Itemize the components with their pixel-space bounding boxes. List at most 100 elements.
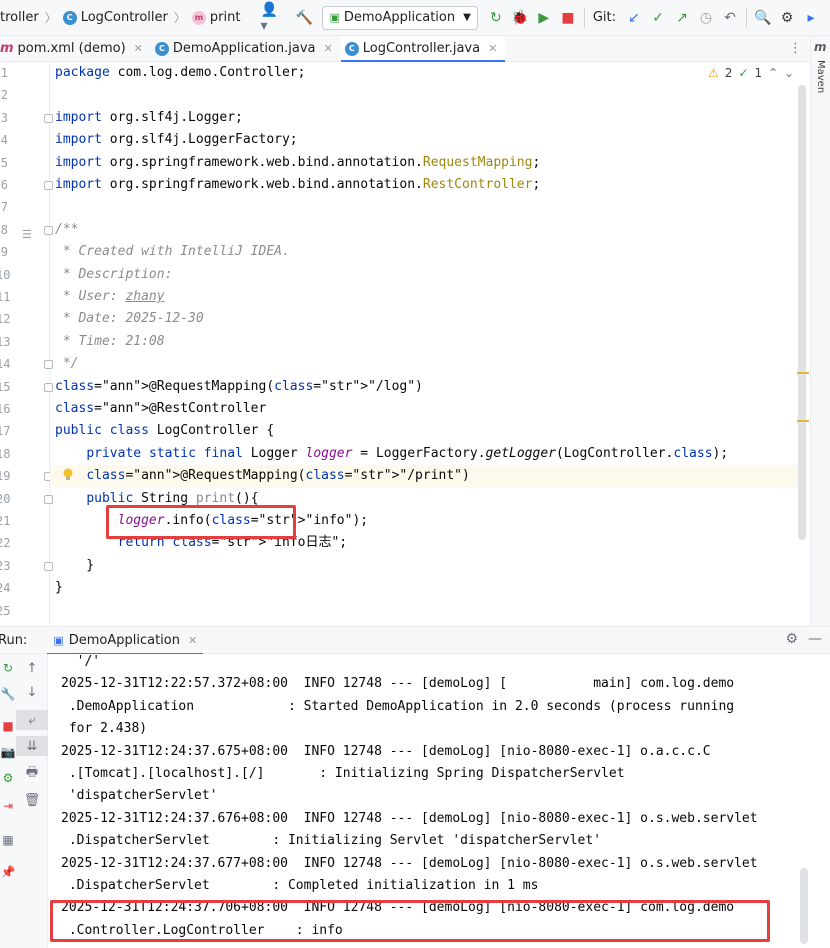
- pin-icon[interactable]: 📌: [0, 862, 16, 882]
- stop-icon[interactable]: ■: [556, 6, 580, 30]
- user-icon[interactable]: 👤▾: [260, 2, 284, 34]
- exit-icon[interactable]: ⇥: [0, 796, 16, 816]
- code-line[interactable]: * User: zhany: [55, 286, 165, 308]
- history-icon[interactable]: ◷: [694, 6, 718, 30]
- line-number-text: 18: [0, 446, 11, 461]
- fold-icon[interactable]: [44, 360, 53, 370]
- rerun-icon[interactable]: ↻: [484, 6, 508, 30]
- arrow-down-icon[interactable]: ↓: [16, 682, 48, 702]
- editor-scrollbar[interactable]: [797, 80, 809, 600]
- fold-icon[interactable]: [44, 561, 53, 571]
- console-line: 2025-12-31T12:24:37.677+08:00 INFO 12748…: [61, 855, 758, 871]
- line-number: 17: [0, 420, 50, 442]
- line-number: 16: [0, 398, 50, 420]
- code-line[interactable]: import org.slf4j.LoggerFactory;: [55, 129, 298, 151]
- code-line[interactable]: public class LogController {: [55, 420, 274, 442]
- more-icon[interactable]: ⋮: [789, 36, 802, 61]
- settings-icon[interactable]: ⚙: [785, 631, 798, 647]
- code-line[interactable]: import org.slf4j.Logger;: [55, 107, 243, 129]
- line-number-text: 11: [0, 290, 11, 304]
- git-commit-icon[interactable]: ✓: [646, 6, 670, 30]
- code-line[interactable]: * Time: 21:08: [55, 331, 165, 353]
- chevron-down-icon: ▼: [463, 12, 471, 23]
- code-line[interactable]: import org.springframework.web.bind.anno…: [55, 174, 540, 196]
- chevron-up-icon[interactable]: ⌃: [768, 66, 778, 80]
- breadcrumb-item-method[interactable]: print: [210, 10, 241, 25]
- rerun-icon[interactable]: ↻: [0, 658, 16, 678]
- inspection-widget[interactable]: ⚠ 2 ✓ 1 ⌃ ⌄: [708, 66, 800, 80]
- console-line: .DispatcherServlet : Initializing Servle…: [61, 833, 602, 849]
- code-line[interactable]: private static final Logger logger = Log…: [55, 443, 728, 465]
- tab-pom-xml[interactable]: m pom.xml (demo) ✕: [0, 36, 151, 61]
- scroll-to-end-icon[interactable]: ⇊: [16, 736, 48, 756]
- chevron-down-icon[interactable]: ⌄: [784, 66, 794, 80]
- arrow-up-icon[interactable]: ↑: [16, 658, 48, 678]
- git-push-icon[interactable]: ↗: [670, 6, 694, 30]
- breadcrumb-item-class[interactable]: LogController: [81, 10, 168, 25]
- layout-icon[interactable]: ▦: [0, 830, 16, 850]
- fold-icon[interactable]: [44, 113, 53, 123]
- run-config-select[interactable]: ▣ DemoApplication ▼: [322, 5, 478, 30]
- plugin-icon[interactable]: ▸: [799, 6, 823, 30]
- code-line[interactable]: import org.springframework.web.bind.anno…: [55, 152, 540, 174]
- line-number-text: 14: [0, 357, 11, 372]
- fold-icon[interactable]: [44, 181, 53, 190]
- hammer-icon[interactable]: 🔨: [292, 6, 316, 30]
- line-number-text: 8: [0, 222, 8, 237]
- coverage-icon[interactable]: ▶: [532, 6, 556, 30]
- main-toolbar: troller 〉 C LogController 〉 m print 👤▾ 🔨…: [0, 0, 830, 36]
- code-line[interactable]: }: [55, 577, 63, 599]
- divider: [745, 7, 747, 28]
- close-icon[interactable]: ✕: [188, 634, 197, 647]
- code-line[interactable]: class="ann">@RequestMapping(class="str">…: [55, 376, 423, 398]
- debug-icon[interactable]: 🐞: [508, 6, 532, 30]
- close-icon[interactable]: ✕: [134, 42, 143, 55]
- code-line[interactable]: /**: [55, 219, 78, 241]
- trash-icon[interactable]: 🗑: [16, 790, 48, 810]
- code-line[interactable]: * Date: 2025-12-30: [55, 308, 204, 330]
- stop-icon[interactable]: ■: [0, 716, 16, 736]
- tab-run-demo-application[interactable]: ▣ DemoApplication ✕: [47, 626, 204, 655]
- soft-wrap-icon[interactable]: ⤶: [16, 710, 48, 730]
- console-line: 2025-12-31T12:24:37.676+08:00 INFO 12748…: [61, 810, 758, 826]
- close-icon[interactable]: ✕: [488, 42, 497, 55]
- maven-tool-label[interactable]: Maven: [815, 60, 826, 93]
- line-number: 18: [0, 443, 50, 465]
- code-line[interactable]: * Created with IntelliJ IDEA.: [55, 241, 290, 263]
- wrench-icon[interactable]: 🔧: [0, 684, 16, 704]
- console-scrollbar[interactable]: [798, 654, 810, 948]
- breadcrumb-item-package[interactable]: troller: [0, 10, 39, 25]
- fold-icon[interactable]: [44, 494, 53, 504]
- code-line[interactable]: package com.log.demo.Controller;: [55, 62, 305, 84]
- print-icon[interactable]: 🖶: [16, 764, 48, 784]
- code-line[interactable]: class="ann">@RequestMapping(class="str">…: [50, 465, 805, 488]
- rollback-icon[interactable]: ↶: [718, 6, 742, 30]
- close-icon[interactable]: ✕: [324, 42, 333, 55]
- lightbulb-icon[interactable]: [62, 468, 74, 482]
- camera-icon[interactable]: 📷: [0, 742, 16, 762]
- tab-demo-application[interactable]: C DemoApplication.java ✕: [151, 36, 341, 61]
- code-line[interactable]: class="ann">@RestController: [55, 398, 266, 420]
- settings-icon[interactable]: ⚙: [775, 6, 799, 30]
- console-line: .DemoApplication : Started DemoApplicati…: [61, 698, 735, 714]
- line-number: 24: [0, 577, 50, 599]
- code-line[interactable]: */: [55, 353, 79, 375]
- line-number-text: 17: [0, 424, 11, 439]
- search-icon[interactable]: 🔍: [751, 6, 775, 30]
- maven-icon[interactable]: m: [814, 40, 827, 54]
- code-line[interactable]: }: [55, 555, 94, 577]
- code-line[interactable]: * Description:: [55, 264, 173, 286]
- git-update-icon[interactable]: ↙: [622, 6, 646, 30]
- restore-layout-icon[interactable]: ⚙: [0, 768, 16, 788]
- code-editor[interactable]: 12345678☰9101112131415161718192021222324…: [0, 62, 810, 626]
- warning-marker[interactable]: [797, 372, 809, 374]
- line-number: 12: [0, 308, 50, 330]
- fold-icon[interactable]: [44, 382, 53, 392]
- minimize-icon[interactable]: —: [808, 631, 822, 647]
- scrollbar-thumb[interactable]: [798, 85, 806, 540]
- warning-marker[interactable]: [797, 420, 809, 422]
- tab-log-controller[interactable]: C LogController.java ✕: [340, 36, 506, 62]
- fold-icon[interactable]: [44, 225, 53, 235]
- line-number-text: 9: [0, 245, 8, 260]
- scrollbar-thumb[interactable]: [800, 868, 808, 944]
